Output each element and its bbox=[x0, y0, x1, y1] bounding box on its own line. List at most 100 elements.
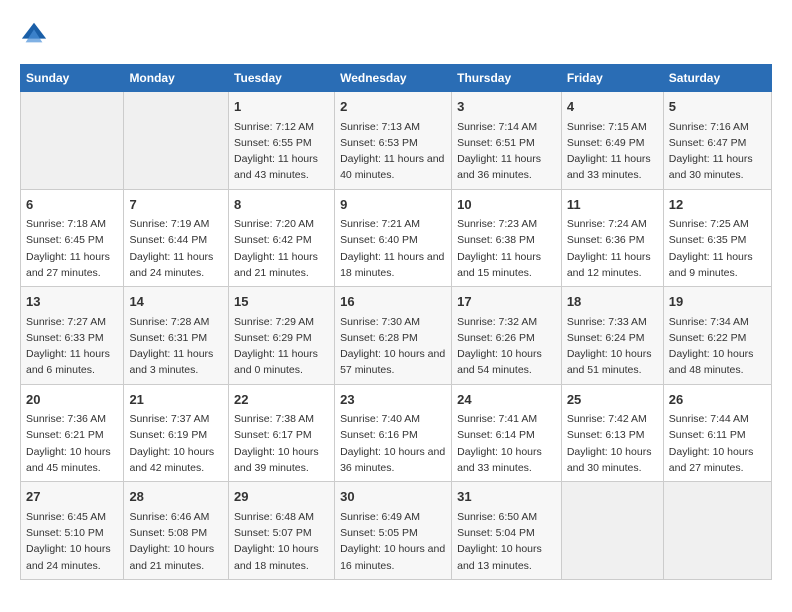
day-number: 24 bbox=[457, 390, 556, 410]
day-detail: Sunrise: 7:38 AMSunset: 6:17 PMDaylight:… bbox=[234, 411, 329, 476]
day-detail: Sunrise: 6:45 AMSunset: 5:10 PMDaylight:… bbox=[26, 509, 118, 574]
calendar-cell: 21Sunrise: 7:37 AMSunset: 6:19 PMDayligh… bbox=[124, 384, 229, 482]
day-detail: Sunrise: 7:44 AMSunset: 6:11 PMDaylight:… bbox=[669, 411, 766, 476]
calendar-cell: 27Sunrise: 6:45 AMSunset: 5:10 PMDayligh… bbox=[21, 482, 124, 580]
calendar-header-row: SundayMondayTuesdayWednesdayThursdayFrid… bbox=[21, 65, 772, 92]
day-number: 22 bbox=[234, 390, 329, 410]
day-number: 23 bbox=[340, 390, 446, 410]
day-number: 15 bbox=[234, 292, 329, 312]
calendar-table: SundayMondayTuesdayWednesdayThursdayFrid… bbox=[20, 64, 772, 580]
calendar-cell: 9Sunrise: 7:21 AMSunset: 6:40 PMDaylight… bbox=[335, 189, 452, 287]
day-detail: Sunrise: 7:30 AMSunset: 6:28 PMDaylight:… bbox=[340, 314, 446, 379]
day-detail: Sunrise: 7:15 AMSunset: 6:49 PMDaylight:… bbox=[567, 119, 658, 184]
calendar-cell: 26Sunrise: 7:44 AMSunset: 6:11 PMDayligh… bbox=[663, 384, 771, 482]
calendar-cell: 16Sunrise: 7:30 AMSunset: 6:28 PMDayligh… bbox=[335, 287, 452, 385]
calendar-cell: 25Sunrise: 7:42 AMSunset: 6:13 PMDayligh… bbox=[561, 384, 663, 482]
calendar-cell: 24Sunrise: 7:41 AMSunset: 6:14 PMDayligh… bbox=[452, 384, 562, 482]
logo-icon bbox=[20, 20, 48, 48]
calendar-cell: 18Sunrise: 7:33 AMSunset: 6:24 PMDayligh… bbox=[561, 287, 663, 385]
calendar-cell: 5Sunrise: 7:16 AMSunset: 6:47 PMDaylight… bbox=[663, 92, 771, 190]
day-number: 1 bbox=[234, 97, 329, 117]
calendar-cell: 14Sunrise: 7:28 AMSunset: 6:31 PMDayligh… bbox=[124, 287, 229, 385]
day-detail: Sunrise: 6:49 AMSunset: 5:05 PMDaylight:… bbox=[340, 509, 446, 574]
day-detail: Sunrise: 6:50 AMSunset: 5:04 PMDaylight:… bbox=[457, 509, 556, 574]
calendar-cell: 15Sunrise: 7:29 AMSunset: 6:29 PMDayligh… bbox=[229, 287, 335, 385]
calendar-cell bbox=[663, 482, 771, 580]
day-number: 4 bbox=[567, 97, 658, 117]
day-detail: Sunrise: 7:12 AMSunset: 6:55 PMDaylight:… bbox=[234, 119, 329, 184]
calendar-cell: 7Sunrise: 7:19 AMSunset: 6:44 PMDaylight… bbox=[124, 189, 229, 287]
weekday-header: Sunday bbox=[21, 65, 124, 92]
day-detail: Sunrise: 6:46 AMSunset: 5:08 PMDaylight:… bbox=[129, 509, 223, 574]
day-detail: Sunrise: 7:14 AMSunset: 6:51 PMDaylight:… bbox=[457, 119, 556, 184]
day-number: 17 bbox=[457, 292, 556, 312]
calendar-cell: 28Sunrise: 6:46 AMSunset: 5:08 PMDayligh… bbox=[124, 482, 229, 580]
day-number: 19 bbox=[669, 292, 766, 312]
calendar-week-row: 1Sunrise: 7:12 AMSunset: 6:55 PMDaylight… bbox=[21, 92, 772, 190]
day-number: 26 bbox=[669, 390, 766, 410]
day-number: 21 bbox=[129, 390, 223, 410]
calendar-cell: 22Sunrise: 7:38 AMSunset: 6:17 PMDayligh… bbox=[229, 384, 335, 482]
calendar-cell: 19Sunrise: 7:34 AMSunset: 6:22 PMDayligh… bbox=[663, 287, 771, 385]
calendar-cell bbox=[124, 92, 229, 190]
day-detail: Sunrise: 7:33 AMSunset: 6:24 PMDaylight:… bbox=[567, 314, 658, 379]
calendar-cell: 1Sunrise: 7:12 AMSunset: 6:55 PMDaylight… bbox=[229, 92, 335, 190]
weekday-header: Saturday bbox=[663, 65, 771, 92]
calendar-week-row: 27Sunrise: 6:45 AMSunset: 5:10 PMDayligh… bbox=[21, 482, 772, 580]
calendar-cell: 10Sunrise: 7:23 AMSunset: 6:38 PMDayligh… bbox=[452, 189, 562, 287]
calendar-cell: 13Sunrise: 7:27 AMSunset: 6:33 PMDayligh… bbox=[21, 287, 124, 385]
day-detail: Sunrise: 7:32 AMSunset: 6:26 PMDaylight:… bbox=[457, 314, 556, 379]
calendar-cell: 11Sunrise: 7:24 AMSunset: 6:36 PMDayligh… bbox=[561, 189, 663, 287]
day-detail: Sunrise: 7:20 AMSunset: 6:42 PMDaylight:… bbox=[234, 216, 329, 281]
day-number: 3 bbox=[457, 97, 556, 117]
day-number: 9 bbox=[340, 195, 446, 215]
day-detail: Sunrise: 7:25 AMSunset: 6:35 PMDaylight:… bbox=[669, 216, 766, 281]
calendar-cell bbox=[561, 482, 663, 580]
weekday-header: Wednesday bbox=[335, 65, 452, 92]
calendar-cell: 3Sunrise: 7:14 AMSunset: 6:51 PMDaylight… bbox=[452, 92, 562, 190]
calendar-cell: 20Sunrise: 7:36 AMSunset: 6:21 PMDayligh… bbox=[21, 384, 124, 482]
day-number: 27 bbox=[26, 487, 118, 507]
day-number: 5 bbox=[669, 97, 766, 117]
calendar-cell: 30Sunrise: 6:49 AMSunset: 5:05 PMDayligh… bbox=[335, 482, 452, 580]
weekday-header: Friday bbox=[561, 65, 663, 92]
logo bbox=[20, 20, 54, 48]
day-detail: Sunrise: 7:36 AMSunset: 6:21 PMDaylight:… bbox=[26, 411, 118, 476]
calendar-cell: 6Sunrise: 7:18 AMSunset: 6:45 PMDaylight… bbox=[21, 189, 124, 287]
day-number: 13 bbox=[26, 292, 118, 312]
day-number: 14 bbox=[129, 292, 223, 312]
calendar-cell: 29Sunrise: 6:48 AMSunset: 5:07 PMDayligh… bbox=[229, 482, 335, 580]
calendar-cell: 12Sunrise: 7:25 AMSunset: 6:35 PMDayligh… bbox=[663, 189, 771, 287]
day-number: 7 bbox=[129, 195, 223, 215]
day-detail: Sunrise: 7:23 AMSunset: 6:38 PMDaylight:… bbox=[457, 216, 556, 281]
day-number: 25 bbox=[567, 390, 658, 410]
calendar-cell: 23Sunrise: 7:40 AMSunset: 6:16 PMDayligh… bbox=[335, 384, 452, 482]
calendar-week-row: 13Sunrise: 7:27 AMSunset: 6:33 PMDayligh… bbox=[21, 287, 772, 385]
day-number: 29 bbox=[234, 487, 329, 507]
day-detail: Sunrise: 7:29 AMSunset: 6:29 PMDaylight:… bbox=[234, 314, 329, 379]
day-number: 31 bbox=[457, 487, 556, 507]
day-number: 18 bbox=[567, 292, 658, 312]
weekday-header: Thursday bbox=[452, 65, 562, 92]
day-detail: Sunrise: 7:16 AMSunset: 6:47 PMDaylight:… bbox=[669, 119, 766, 184]
day-detail: Sunrise: 7:37 AMSunset: 6:19 PMDaylight:… bbox=[129, 411, 223, 476]
day-detail: Sunrise: 7:21 AMSunset: 6:40 PMDaylight:… bbox=[340, 216, 446, 281]
day-number: 16 bbox=[340, 292, 446, 312]
calendar-week-row: 6Sunrise: 7:18 AMSunset: 6:45 PMDaylight… bbox=[21, 189, 772, 287]
day-number: 6 bbox=[26, 195, 118, 215]
day-detail: Sunrise: 7:18 AMSunset: 6:45 PMDaylight:… bbox=[26, 216, 118, 281]
weekday-header: Monday bbox=[124, 65, 229, 92]
day-detail: Sunrise: 7:40 AMSunset: 6:16 PMDaylight:… bbox=[340, 411, 446, 476]
day-detail: Sunrise: 7:41 AMSunset: 6:14 PMDaylight:… bbox=[457, 411, 556, 476]
calendar-cell: 17Sunrise: 7:32 AMSunset: 6:26 PMDayligh… bbox=[452, 287, 562, 385]
calendar-cell: 31Sunrise: 6:50 AMSunset: 5:04 PMDayligh… bbox=[452, 482, 562, 580]
day-number: 10 bbox=[457, 195, 556, 215]
calendar-cell bbox=[21, 92, 124, 190]
calendar-cell: 2Sunrise: 7:13 AMSunset: 6:53 PMDaylight… bbox=[335, 92, 452, 190]
day-detail: Sunrise: 7:34 AMSunset: 6:22 PMDaylight:… bbox=[669, 314, 766, 379]
day-number: 12 bbox=[669, 195, 766, 215]
day-detail: Sunrise: 7:27 AMSunset: 6:33 PMDaylight:… bbox=[26, 314, 118, 379]
calendar-cell: 4Sunrise: 7:15 AMSunset: 6:49 PMDaylight… bbox=[561, 92, 663, 190]
day-number: 20 bbox=[26, 390, 118, 410]
day-number: 8 bbox=[234, 195, 329, 215]
